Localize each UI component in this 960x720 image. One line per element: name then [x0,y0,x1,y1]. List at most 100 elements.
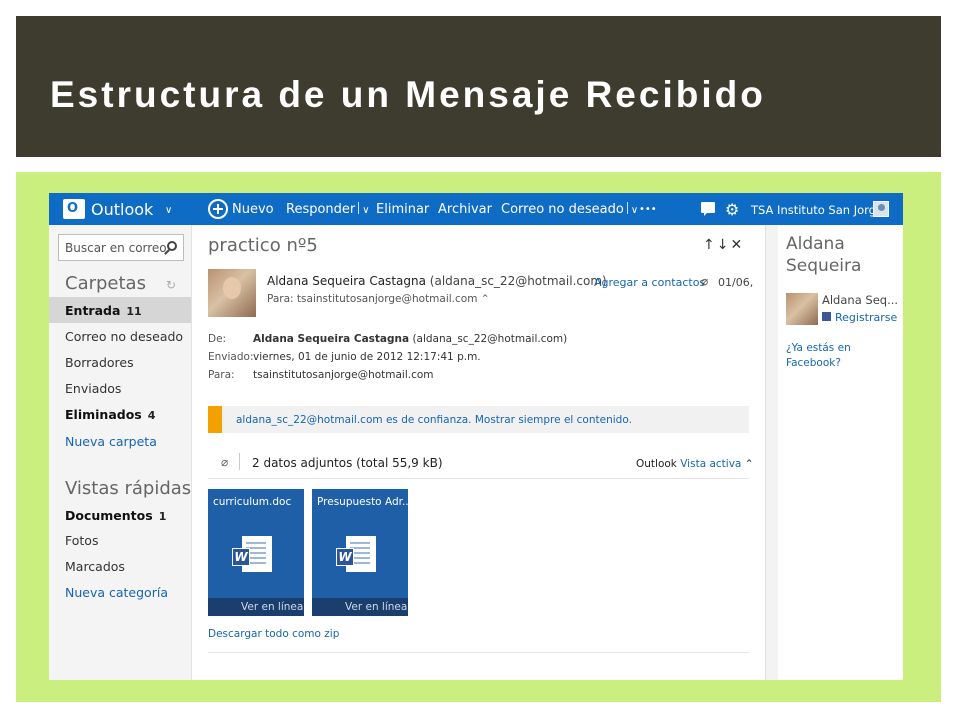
junk-label: Correo no deseado [501,202,624,217]
quick-view-flagged[interactable]: Marcados [49,553,191,579]
previous-arrow-icon[interactable]: ↑ [703,237,717,253]
view-online-link[interactable]: Ver en línea [312,598,408,616]
trust-notice-bar: aldana_sc_22@hotmail.com es de confianza… [208,406,749,433]
divider [208,652,749,653]
paperclip-icon: ⌀ [701,274,709,288]
outlook-topbar: Outlook ∨ Nuevo Responder ∨ Eliminar Arch… [49,193,903,225]
header-from: De: Aldana Sequeira Castagna (aldana_sc_2… [208,333,567,345]
search-input[interactable]: Buscar en correo [58,234,184,261]
divider [208,478,749,479]
message-date: 01/06, [718,276,754,289]
app-menu-chevron-icon[interactable]: ∨ [165,202,172,217]
folder-drafts[interactable]: Borradores [49,349,191,375]
sender-avatar[interactable] [208,269,256,317]
chat-icon[interactable] [701,202,715,216]
quick-view-photos[interactable]: Fotos [49,527,191,553]
new-category-link[interactable]: Nueva categoría [49,579,191,605]
recipient-text: Para: tsainstitutosanjorge@hotmail.com [267,293,478,305]
contact-pane: Aldana Sequeira Aldana Seq... Registrars… [778,225,903,680]
register-link[interactable]: Registrarse [835,311,897,324]
reply-chevron-icon[interactable]: ∨ [362,205,369,216]
gear-icon[interactable]: ⚙ [725,200,739,219]
folder-deleted[interactable]: Eliminados 4 [49,401,191,427]
from-label: De: [208,333,227,345]
notice-accent [208,406,222,433]
folder-label: Entrada [65,303,121,318]
quick-view-documents[interactable]: Documentos 1 [49,502,191,528]
search-icon[interactable] [167,241,177,251]
from-name: Aldana Sequeira Castagna [253,333,410,345]
slide-title-bar: Estructura de un Mensaje Recibido [16,16,941,157]
folder-label: Borradores [65,355,134,370]
close-icon[interactable]: ✕ [730,237,744,253]
sent-value: viernes, 01 de junio de 2012 12:17:41 p.… [253,351,481,363]
attachment-paperclip-icon: ⌀ [221,455,229,469]
expand-recipients-icon[interactable]: ⌃ [481,293,490,305]
outlook-logo-icon [63,199,85,219]
outlook-screenshot: Outlook ∨ Nuevo Responder ∨ Eliminar Arch… [49,193,903,680]
quick-views-heading[interactable]: Vistas rápidas [65,478,191,499]
search-placeholder: Buscar en correo [65,241,167,255]
word-icon: W [232,548,250,566]
facebook-icon [822,312,831,321]
folder-count: 11 [126,305,142,318]
archive-button[interactable]: Archivar [438,202,492,217]
slide-title: Estructura de un Mensaje Recibido [50,74,766,115]
view-prefix: Outlook [636,458,677,470]
next-arrow-icon[interactable]: ↓ [717,237,731,253]
download-all-link[interactable]: Descargar todo como zip [208,628,339,640]
to-value: tsainstitutosanjorge@hotmail.com [253,369,434,381]
folder-count: 4 [147,409,156,422]
header-to: Para: tsainstitutosanjorge@hotmail.com [208,369,434,381]
reply-button[interactable]: Responder ∨ [286,202,370,217]
folders-heading[interactable]: Carpetas [65,273,146,294]
quick-view-count: 1 [158,510,167,523]
left-navigation: Buscar en correo Carpetas ↻ Entrada 11 Co… [49,225,192,680]
folder-label: Eliminados [65,407,142,422]
reading-pane-scrollbar[interactable] [765,225,778,680]
collapse-chevron-icon[interactable]: ⌃ [745,458,754,470]
trust-notice-link[interactable]: aldana_sc_22@hotmail.com es de confianza… [236,414,632,426]
divider [239,453,240,470]
account-name[interactable]: TSA Instituto San Jorge [751,203,883,217]
new-plus-icon[interactable] [208,199,228,219]
word-icon: W [336,548,354,566]
junk-chevron-icon[interactable]: ∨ [631,205,638,216]
new-button[interactable]: Nuevo [232,202,274,217]
contact-avatar[interactable] [786,293,818,325]
attachment-tile[interactable]: curriculum.doc W Ver en línea [208,489,304,616]
app-name[interactable]: Outlook [91,200,153,219]
sender-line: Aldana Sequeira Castagna (aldana_sc_22@h… [267,274,607,288]
view-online-link[interactable]: Ver en línea [208,598,304,616]
contact-short-name[interactable]: Aldana Seq... [822,293,898,307]
facebook-prompt-link[interactable]: ¿Ya estás en Facebook? [786,341,896,371]
more-actions-button[interactable]: ••• [639,204,657,215]
folder-junk[interactable]: Correo no deseado [49,323,191,349]
delete-button[interactable]: Eliminar [376,202,429,217]
folder-sent[interactable]: Enviados [49,375,191,401]
recipient-line: Para: tsainstitutosanjorge@hotmail.com ⌃ [267,293,490,305]
active-view-link[interactable]: Vista activa [680,458,741,470]
attachment-name: curriculum.doc [213,496,292,508]
folder-label: Correo no deseado [65,329,184,344]
refresh-icon[interactable]: ↻ [166,278,176,292]
from-email: (aldana_sc_22@hotmail.com) [412,333,568,345]
attachment-tile[interactable]: Presupuesto Adr... W Ver en línea [312,489,412,616]
junk-button[interactable]: Correo no deseado ∨ [501,202,638,217]
folder-inbox[interactable]: Entrada 11 [49,297,191,323]
attachment-view-mode: Outlook Vista activa ⌃ [636,458,754,470]
quick-view-label: Fotos [65,533,99,548]
contact-name: Aldana Sequeira [786,234,862,276]
reply-label: Responder [286,202,356,217]
account-avatar-icon[interactable] [873,201,889,217]
attachment-name: Presupuesto Adr... [317,496,412,508]
to-label: Para: [208,369,235,381]
message-navigation: ↑↓✕ [703,237,744,253]
add-contact-link[interactable]: Agregar a contactos [594,276,705,289]
new-folder-link[interactable]: Nueva carpeta [49,428,191,454]
reading-pane: practico nº5 ↑↓✕ Aldana Sequeira Castagn… [192,225,765,680]
message-subject: practico nº5 [208,235,318,256]
sent-label: Enviado: [208,351,254,363]
sender-name[interactable]: Aldana Sequeira Castagna [267,274,426,288]
attachments-summary: 2 datos adjuntos (total 55,9 kB) [252,456,443,470]
